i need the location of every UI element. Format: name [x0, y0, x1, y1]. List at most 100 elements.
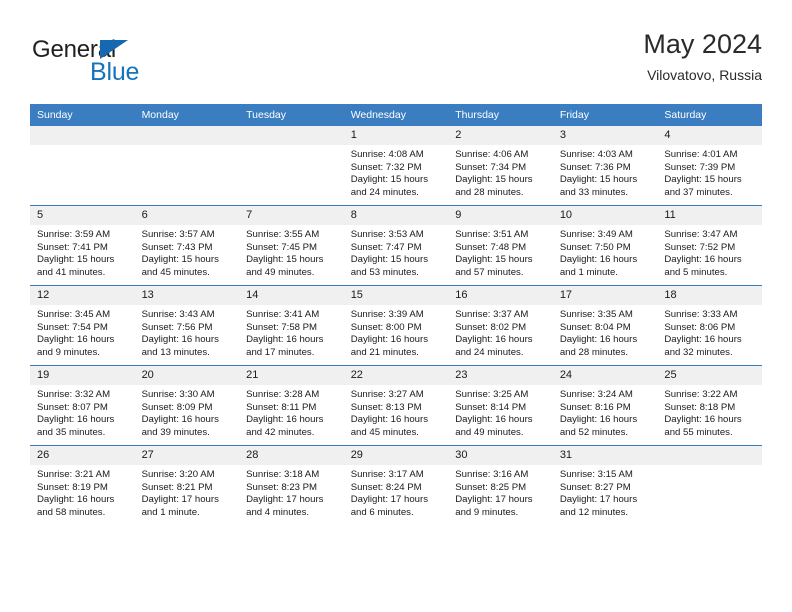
calendar-day-cell[interactable]: 19 Sunrise: 3:32 AM Sunset: 8:07 PM Dayligh… — [30, 366, 135, 445]
calendar-day-cell[interactable]: 1 Sunrise: 4:08 AM Sunset: 7:32 PM Daylight… — [343, 126, 449, 205]
day-number: 30 — [448, 446, 553, 465]
calendar-body: 1 Sunrise: 4:08 AM Sunset: 7:32 PM Daylight… — [30, 126, 762, 525]
calendar-week-row: 12 Sunrise: 3:45 AM Sunset: 7:54 PM Dayligh… — [30, 286, 762, 365]
day-details: Sunrise: 4:03 AM Sunset: 7:36 PM Daylight:… — [552, 145, 658, 205]
calendar-day-cell[interactable]: 5 Sunrise: 3:59 AM Sunset: 7:41 PM Daylight… — [30, 206, 135, 285]
daylight-text: Daylight: 15 hours and 37 minutes. — [664, 174, 742, 198]
sunrise-text: Sunrise: 3:15 AM — [559, 469, 633, 480]
calendar-week-row: 19 Sunrise: 3:32 AM Sunset: 8:07 PM Dayligh… — [30, 366, 762, 445]
calendar-day-cell[interactable]: 12 Sunrise: 3:45 AM Sunset: 7:54 PM Dayligh… — [30, 286, 135, 365]
sunrise-text: Sunrise: 4:08 AM — [350, 149, 424, 160]
daylight-text: Daylight: 17 hours and 1 minute. — [141, 494, 219, 518]
day-number — [657, 446, 762, 465]
day-number: 13 — [134, 286, 240, 305]
day-number: 10 — [552, 206, 658, 225]
day-number: 19 — [30, 366, 135, 385]
sunset-text: Sunset: 7:41 PM — [37, 241, 108, 253]
sunrise-text: Sunrise: 3:28 AM — [246, 389, 320, 400]
daylight-text: Daylight: 16 hours and 45 minutes. — [350, 414, 429, 438]
daylight-text: Daylight: 17 hours and 4 minutes. — [246, 494, 324, 518]
day-number: 4 — [657, 126, 762, 145]
calendar-week-row: 26 Sunrise: 3:21 AM Sunset: 8:19 PM Dayligh… — [30, 446, 762, 525]
day-details — [30, 145, 135, 205]
day-details — [657, 465, 762, 525]
sunset-text: Sunset: 8:21 PM — [141, 481, 213, 493]
calendar-week-row: 1 Sunrise: 4:08 AM Sunset: 7:32 PM Daylight… — [30, 126, 762, 205]
daylight-text: Daylight: 16 hours and 39 minutes. — [141, 414, 219, 438]
calendar-day-cell[interactable]: 15 Sunrise: 3:39 AM Sunset: 8:00 PM Dayligh… — [343, 286, 449, 365]
daylight-text: Daylight: 15 hours and 28 minutes. — [455, 174, 533, 198]
day-details: Sunrise: 3:59 AM Sunset: 7:41 PM Daylight:… — [30, 225, 135, 285]
daylight-text: Daylight: 17 hours and 12 minutes. — [559, 494, 638, 518]
daylight-text: Daylight: 16 hours and 52 minutes. — [559, 414, 638, 438]
calendar-day-cell[interactable]: 13 Sunrise: 3:43 AM Sunset: 7:56 PM Dayligh… — [134, 286, 240, 365]
sunrise-text: Sunrise: 3:33 AM — [664, 309, 738, 320]
day-details: Sunrise: 3:17 AM Sunset: 8:24 PM Daylight:… — [343, 465, 449, 525]
sunset-text: Sunset: 8:07 PM — [37, 401, 108, 413]
sunrise-text: Sunrise: 3:37 AM — [455, 309, 529, 320]
logo-text-blue: Blue — [90, 58, 140, 86]
calendar-day-cell[interactable]: 18 Sunrise: 3:33 AM Sunset: 8:06 PM Dayligh… — [657, 286, 762, 365]
sunrise-text: Sunrise: 3:51 AM — [455, 229, 529, 240]
sunrise-text: Sunrise: 3:43 AM — [141, 309, 215, 320]
sunrise-sunset-calendar: Sunday Monday Tuesday Wednesday Thursday… — [30, 104, 762, 525]
calendar-day-cell[interactable]: 27 Sunrise: 3:20 AM Sunset: 8:21 PM Dayligh… — [134, 446, 240, 525]
sunrise-text: Sunrise: 3:59 AM — [37, 229, 111, 240]
daylight-text: Daylight: 16 hours and 55 minutes. — [664, 414, 742, 438]
calendar-day-cell[interactable]: 11 Sunrise: 3:47 AM Sunset: 7:52 PM Dayligh… — [657, 206, 762, 285]
calendar-day-cell[interactable]: 8 Sunrise: 3:53 AM Sunset: 7:47 PM Daylight… — [343, 206, 449, 285]
day-number: 23 — [448, 366, 553, 385]
calendar-day-cell[interactable]: 16 Sunrise: 3:37 AM Sunset: 8:02 PM Dayligh… — [448, 286, 553, 365]
calendar-day-cell[interactable]: 25 Sunrise: 3:22 AM Sunset: 8:18 PM Dayligh… — [657, 366, 762, 445]
general-blue-logo: General Blue — [32, 36, 212, 92]
day-number: 2 — [448, 126, 553, 145]
daylight-text: Daylight: 16 hours and 58 minutes. — [37, 494, 115, 518]
sunset-text: Sunset: 7:50 PM — [559, 241, 631, 253]
calendar-day-cell[interactable]: 7 Sunrise: 3:55 AM Sunset: 7:45 PM Daylight… — [239, 206, 344, 285]
day-details: Sunrise: 4:06 AM Sunset: 7:34 PM Daylight:… — [448, 145, 553, 205]
calendar-day-cell[interactable]: 2 Sunrise: 4:06 AM Sunset: 7:34 PM Daylight… — [448, 126, 553, 205]
weekday-header-tuesday: Tuesday — [239, 104, 344, 126]
calendar-day-cell[interactable]: 23 Sunrise: 3:25 AM Sunset: 8:14 PM Dayligh… — [448, 366, 553, 445]
sunset-text: Sunset: 7:43 PM — [141, 241, 213, 253]
calendar-day-cell[interactable]: 4 Sunrise: 4:01 AM Sunset: 7:39 PM Daylight… — [657, 126, 762, 205]
calendar-day-cell[interactable]: 31 Sunrise: 3:15 AM Sunset: 8:27 PM Dayligh… — [552, 446, 658, 525]
day-details: Sunrise: 3:35 AM Sunset: 8:04 PM Daylight:… — [552, 305, 658, 365]
sunrise-text: Sunrise: 3:16 AM — [455, 469, 529, 480]
calendar-day-cell[interactable]: 29 Sunrise: 3:17 AM Sunset: 8:24 PM Dayligh… — [343, 446, 449, 525]
daylight-text: Daylight: 15 hours and 33 minutes. — [559, 174, 638, 198]
calendar-day-cell[interactable]: 30 Sunrise: 3:16 AM Sunset: 8:25 PM Dayligh… — [448, 446, 553, 525]
sunrise-text: Sunrise: 3:30 AM — [141, 389, 215, 400]
calendar-day-cell[interactable]: 17 Sunrise: 3:35 AM Sunset: 8:04 PM Dayligh… — [552, 286, 658, 365]
calendar-day-cell[interactable]: 21 Sunrise: 3:28 AM Sunset: 8:11 PM Dayligh… — [239, 366, 344, 445]
calendar-day-cell[interactable]: 20 Sunrise: 3:30 AM Sunset: 8:09 PM Dayligh… — [134, 366, 240, 445]
calendar-day-cell[interactable]: 14 Sunrise: 3:41 AM Sunset: 7:58 PM Dayligh… — [239, 286, 344, 365]
day-details — [239, 145, 344, 205]
sunrise-text: Sunrise: 3:20 AM — [141, 469, 215, 480]
calendar-day-cell[interactable]: 9 Sunrise: 3:51 AM Sunset: 7:48 PM Daylight… — [448, 206, 553, 285]
day-number: 18 — [657, 286, 762, 305]
sunrise-text: Sunrise: 3:45 AM — [37, 309, 111, 320]
weekday-header-sunday: Sunday — [30, 104, 135, 126]
day-details: Sunrise: 3:21 AM Sunset: 8:19 PM Daylight:… — [30, 465, 135, 525]
calendar-day-cell[interactable]: 26 Sunrise: 3:21 AM Sunset: 8:19 PM Dayligh… — [30, 446, 135, 525]
day-details: Sunrise: 3:16 AM Sunset: 8:25 PM Daylight:… — [448, 465, 553, 525]
day-details: Sunrise: 3:57 AM Sunset: 7:43 PM Daylight:… — [134, 225, 240, 285]
calendar-day-cell[interactable]: 3 Sunrise: 4:03 AM Sunset: 7:36 PM Daylight… — [552, 126, 658, 205]
calendar-day-cell[interactable]: 22 Sunrise: 3:27 AM Sunset: 8:13 PM Dayligh… — [343, 366, 449, 445]
calendar-day-cell[interactable]: 24 Sunrise: 3:24 AM Sunset: 8:16 PM Dayligh… — [552, 366, 658, 445]
sunrise-text: Sunrise: 4:03 AM — [559, 149, 633, 160]
sunrise-text: Sunrise: 3:17 AM — [350, 469, 424, 480]
day-details: Sunrise: 3:22 AM Sunset: 8:18 PM Daylight:… — [657, 385, 762, 445]
sunrise-text: Sunrise: 3:27 AM — [350, 389, 424, 400]
sunset-text: Sunset: 8:09 PM — [141, 401, 213, 413]
calendar-day-cell[interactable]: 28 Sunrise: 3:18 AM Sunset: 8:23 PM Dayligh… — [239, 446, 344, 525]
day-number: 8 — [343, 206, 449, 225]
day-number: 12 — [30, 286, 135, 305]
day-number: 11 — [657, 206, 762, 225]
day-details: Sunrise: 4:01 AM Sunset: 7:39 PM Daylight:… — [657, 145, 762, 205]
daylight-text: Daylight: 16 hours and 32 minutes. — [664, 334, 742, 358]
calendar-day-cell[interactable]: 10 Sunrise: 3:49 AM Sunset: 7:50 PM Dayligh… — [552, 206, 658, 285]
sunset-text: Sunset: 7:54 PM — [37, 321, 108, 333]
calendar-day-cell[interactable]: 6 Sunrise: 3:57 AM Sunset: 7:43 PM Daylight… — [134, 206, 240, 285]
